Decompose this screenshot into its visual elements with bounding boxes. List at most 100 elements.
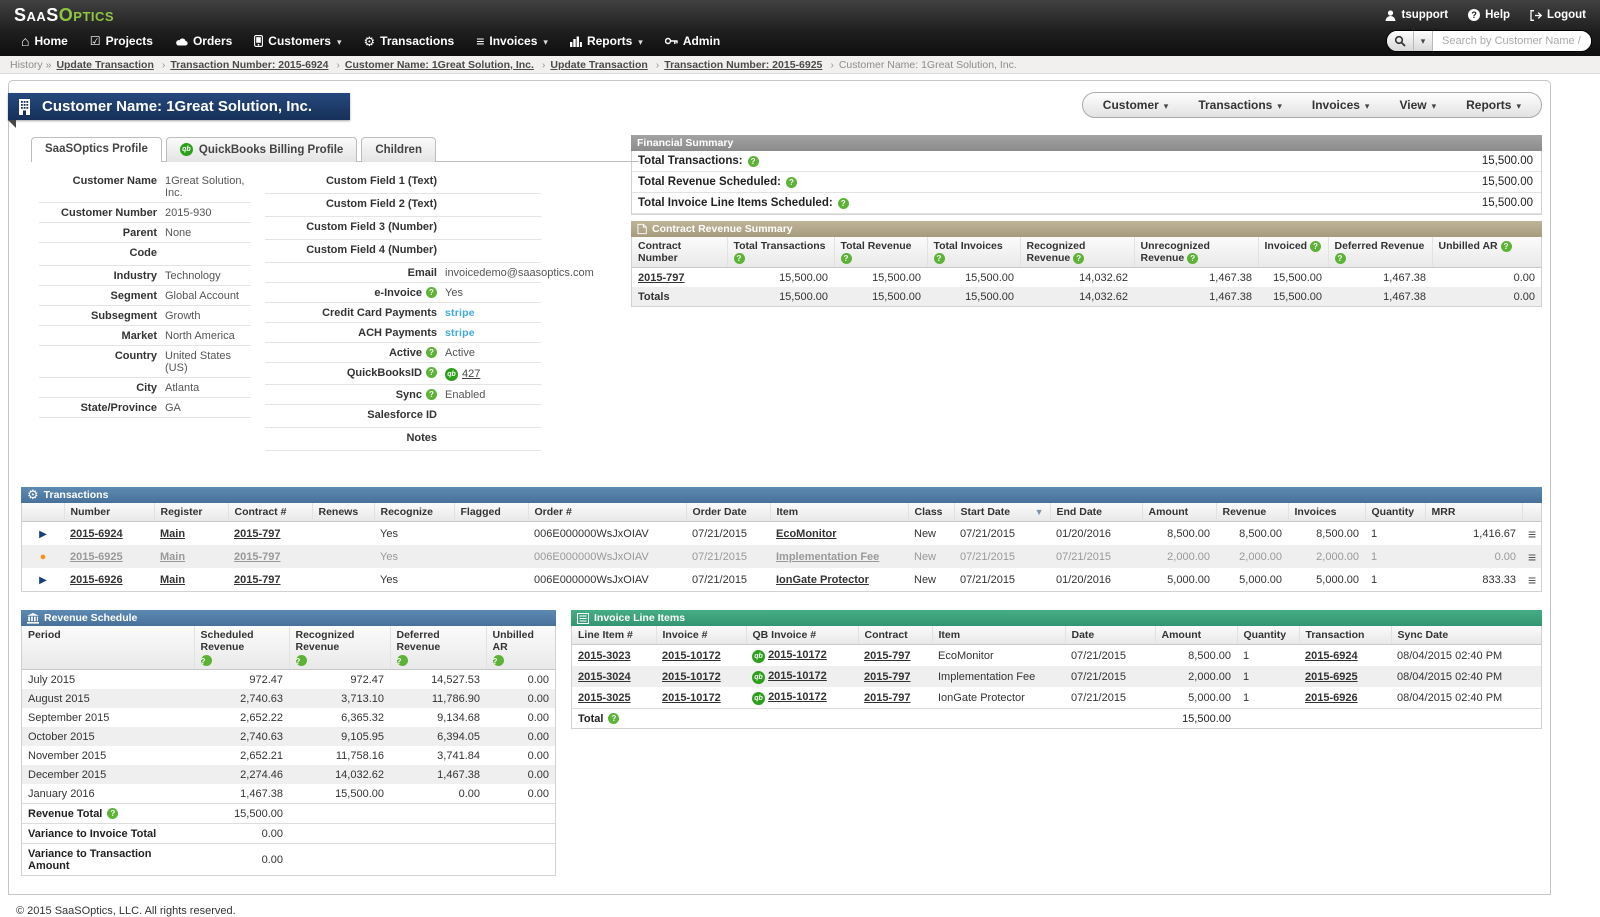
transaction-link[interactable]: 2015-6926 (1305, 692, 1358, 704)
nav-admin[interactable]: Admin (654, 29, 731, 53)
contract-link[interactable]: 2015-797 (638, 272, 685, 284)
item-link[interactable]: Implementation Fee (776, 551, 879, 563)
field-label: Country (115, 350, 157, 362)
transaction-number-link[interactable]: 2015-6924 (70, 528, 123, 540)
transactions-table: Number Register Contract # Renews Recogn… (22, 503, 1541, 591)
search-options-caret[interactable] (1414, 31, 1433, 51)
invoice-link[interactable]: 2015-10172 (662, 671, 721, 683)
help-icon[interactable] (1501, 241, 1512, 252)
field-label: Industry (114, 270, 157, 282)
breadcrumb-link[interactable]: Update Transaction (56, 59, 153, 71)
invoice-link[interactable]: 2015-10172 (662, 650, 721, 662)
transaction-link[interactable]: 2015-6924 (1305, 650, 1358, 662)
qb-invoice-link[interactable]: 2015-10172 (768, 649, 827, 661)
period-label: September 2015 (22, 708, 194, 727)
item-link[interactable]: EcoMonitor (776, 528, 837, 540)
row-marker-icon[interactable] (39, 529, 47, 540)
contract-link[interactable]: 2015-797 (864, 671, 911, 683)
contract-link[interactable]: 2015-797 (864, 650, 911, 662)
nav-transactions[interactable]: Transactions (353, 29, 466, 53)
saasoptics-logo[interactable]: SaaSOptics (14, 6, 114, 24)
breadcrumb-link[interactable]: Transaction Number: 2015-6925 (664, 59, 822, 71)
breadcrumb-link[interactable]: Update Transaction (550, 59, 647, 71)
transaction-number-link[interactable]: 2015-6925 (70, 551, 123, 563)
row-menu-icon[interactable] (1528, 553, 1536, 565)
help-icon[interactable] (201, 655, 212, 666)
help-icon[interactable] (838, 198, 849, 209)
contract-link[interactable]: 2015-797 (864, 692, 911, 704)
help-icon[interactable] (426, 287, 437, 298)
nav-projects[interactable]: Projects (79, 29, 164, 53)
register-link[interactable]: Main (160, 528, 185, 540)
breadcrumb-link[interactable]: Customer Name: 1Great Solution, Inc. (839, 59, 1017, 71)
contract-link[interactable]: 2015-797 (234, 574, 281, 586)
search-input[interactable] (1433, 35, 1591, 47)
quickbooksid-link[interactable]: 427 (462, 368, 480, 380)
contract-link[interactable]: 2015-797 (234, 551, 281, 563)
nav-customers[interactable]: Customers (243, 29, 352, 53)
qb-invoice-link[interactable]: 2015-10172 (768, 691, 827, 703)
qb-invoice-link[interactable]: 2015-10172 (768, 670, 827, 682)
help-icon[interactable] (426, 367, 437, 378)
sort-caret-icon[interactable]: ▼ (1035, 507, 1044, 517)
breadcrumb-link[interactable]: Transaction Number: 2015-6924 (170, 59, 328, 71)
contract-link[interactable]: 2015-797 (234, 528, 281, 540)
nav-home[interactable]: Home (10, 29, 79, 53)
line-item-link[interactable]: 2015-3025 (578, 692, 631, 704)
help-icon[interactable] (296, 655, 307, 666)
logout-link[interactable]: Logout (1530, 9, 1586, 21)
reports-menu-button[interactable]: Reports (1466, 98, 1521, 112)
stripe-logo[interactable]: stripe (445, 327, 475, 339)
transactions-menu-button[interactable]: Transactions (1198, 98, 1282, 112)
tab-quickbooks-billing-profile[interactable]: QuickBooks Billing Profile (166, 137, 357, 162)
view-menu-button[interactable]: View (1399, 98, 1436, 112)
revenue-schedule-row: July 2015 972.47 972.47 14,527.53 0.00 (22, 670, 555, 690)
help-icon[interactable] (934, 253, 945, 264)
help-icon[interactable] (841, 253, 852, 264)
line-item-link[interactable]: 2015-3024 (578, 671, 631, 683)
help-icon[interactable] (107, 808, 118, 819)
search-button[interactable] (1387, 31, 1414, 51)
nav-orders[interactable]: Orders (164, 29, 243, 53)
tab-children[interactable]: Children (361, 137, 436, 162)
user-menu[interactable]: tsupport (1385, 9, 1448, 21)
help-icon[interactable] (1310, 241, 1321, 252)
row-menu-icon[interactable] (1528, 576, 1536, 588)
contract-summary-table: Contract Number Total Transactions Total… (632, 237, 1541, 306)
nav-reports[interactable]: Reports (559, 29, 654, 53)
field-label: ACH Payments (358, 327, 437, 339)
col-start-date: Start Date▼ (954, 503, 1050, 522)
invoice-link[interactable]: 2015-10172 (662, 692, 721, 704)
row-marker-icon[interactable] (39, 575, 47, 586)
help-icon[interactable] (493, 655, 504, 666)
breadcrumb-item: Transaction Number: 2015-6925 (651, 59, 823, 71)
register-link[interactable]: Main (160, 574, 185, 586)
register-link[interactable]: Main (160, 551, 185, 563)
help-icon[interactable] (608, 713, 619, 724)
help-icon[interactable] (426, 389, 437, 400)
row-menu-icon[interactable] (1528, 530, 1536, 542)
help-icon[interactable] (786, 177, 797, 188)
customer-menu-button[interactable]: Customer (1103, 98, 1169, 112)
item-link[interactable]: IonGate Protector (776, 574, 869, 586)
transaction-link[interactable]: 2015-6925 (1305, 671, 1358, 683)
breadcrumb-item: Customer Name: 1Great Solution, Inc. (331, 59, 534, 71)
tab-saasoptics-profile[interactable]: SaaSOptics Profile (31, 137, 162, 162)
transactions-section: Transactions Number Register Contract # … (21, 487, 1542, 592)
help-icon[interactable] (1187, 253, 1198, 264)
stripe-logo[interactable]: stripe (445, 307, 475, 319)
help-icon[interactable] (1073, 253, 1084, 264)
help-icon[interactable] (1335, 253, 1346, 264)
breadcrumb-link[interactable]: Customer Name: 1Great Solution, Inc. (345, 59, 534, 71)
help-icon[interactable] (426, 347, 437, 358)
help-icon[interactable] (734, 253, 745, 264)
row-marker-icon[interactable] (40, 552, 47, 563)
quickbooks-icon (445, 368, 458, 381)
invoices-menu-button[interactable]: Invoices (1312, 98, 1370, 112)
transaction-number-link[interactable]: 2015-6926 (70, 574, 123, 586)
line-item-link[interactable]: 2015-3023 (578, 650, 631, 662)
nav-invoices[interactable]: Invoices (465, 29, 559, 53)
help-icon[interactable] (397, 655, 408, 666)
help-link[interactable]: ? Help (1468, 9, 1510, 21)
breadcrumb-prefix: History » (10, 59, 51, 71)
